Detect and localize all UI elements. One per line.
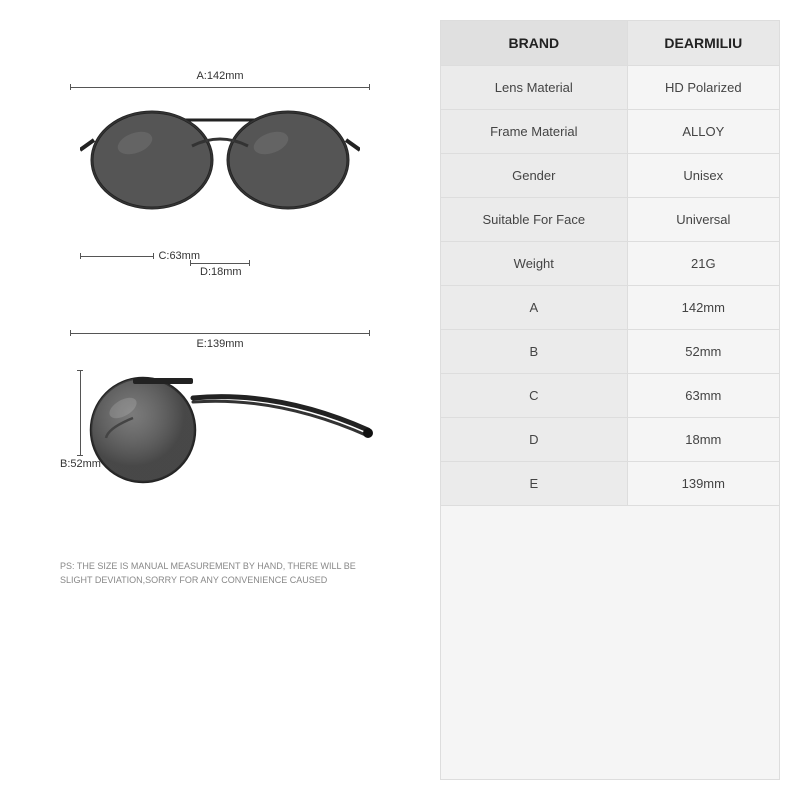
- spec-cell-3-0: Suitable For Face: [441, 198, 627, 242]
- spec-header-row: BRAND DEARMILIU: [441, 21, 779, 66]
- a-dimension-label: A:142mm: [196, 70, 243, 82]
- spec-cell-2-1: Unisex: [627, 154, 779, 198]
- spec-row-0: Lens MaterialHD Polarized: [441, 66, 779, 110]
- spec-cell-5-1: 142mm: [627, 286, 779, 330]
- spec-cell-9-0: E: [441, 462, 627, 506]
- spec-table: BRAND DEARMILIU Lens MaterialHD Polarize…: [441, 21, 779, 506]
- glasses-front-svg: [80, 88, 360, 243]
- ps-note: PS: THE SIZE IS MANUAL MEASUREMENT BY HA…: [60, 550, 380, 587]
- spec-row-6: B52mm: [441, 330, 779, 374]
- spec-row-5: A142mm: [441, 286, 779, 330]
- spec-cell-7-0: C: [441, 374, 627, 418]
- spec-row-7: C63mm: [441, 374, 779, 418]
- spec-row-1: Frame MaterialALLOY: [441, 110, 779, 154]
- spec-row-4: Weight21G: [441, 242, 779, 286]
- right-panel: BRAND DEARMILIU Lens MaterialHD Polarize…: [440, 20, 780, 780]
- spec-row-2: GenderUnisex: [441, 154, 779, 198]
- spec-cell-2-0: Gender: [441, 154, 627, 198]
- glasses-side-svg: [78, 350, 378, 510]
- spec-row-3: Suitable For FaceUniversal: [441, 198, 779, 242]
- spec-cell-6-1: 52mm: [627, 330, 779, 374]
- e-dimension-label: E:139mm: [196, 338, 243, 350]
- spec-cell-3-1: Universal: [627, 198, 779, 242]
- main-container: A:142mm: [0, 0, 800, 800]
- ps-note-text: PS: THE SIZE IS MANUAL MEASUREMENT BY HA…: [60, 561, 356, 585]
- brand-label-cell: BRAND: [441, 21, 627, 66]
- spec-cell-8-1: 18mm: [627, 418, 779, 462]
- spec-cell-1-1: ALLOY: [627, 110, 779, 154]
- spec-row-8: D18mm: [441, 418, 779, 462]
- spec-cell-0-1: HD Polarized: [627, 66, 779, 110]
- spec-cell-0-0: Lens Material: [441, 66, 627, 110]
- brand-value-cell: DEARMILIU: [627, 21, 779, 66]
- front-diagram: A:142mm: [60, 70, 380, 290]
- spec-cell-4-0: Weight: [441, 242, 627, 286]
- spec-cell-4-1: 21G: [627, 242, 779, 286]
- spec-cell-9-1: 139mm: [627, 462, 779, 506]
- spec-cell-6-0: B: [441, 330, 627, 374]
- spec-cell-5-0: A: [441, 286, 627, 330]
- left-panel: A:142mm: [20, 20, 420, 780]
- d-dimension-label: D:18mm: [200, 266, 242, 278]
- spec-row-9: E139mm: [441, 462, 779, 506]
- side-diagram: E:139mm B:52mm: [60, 330, 380, 530]
- spec-cell-7-1: 63mm: [627, 374, 779, 418]
- spec-cell-1-0: Frame Material: [441, 110, 627, 154]
- spec-cell-8-0: D: [441, 418, 627, 462]
